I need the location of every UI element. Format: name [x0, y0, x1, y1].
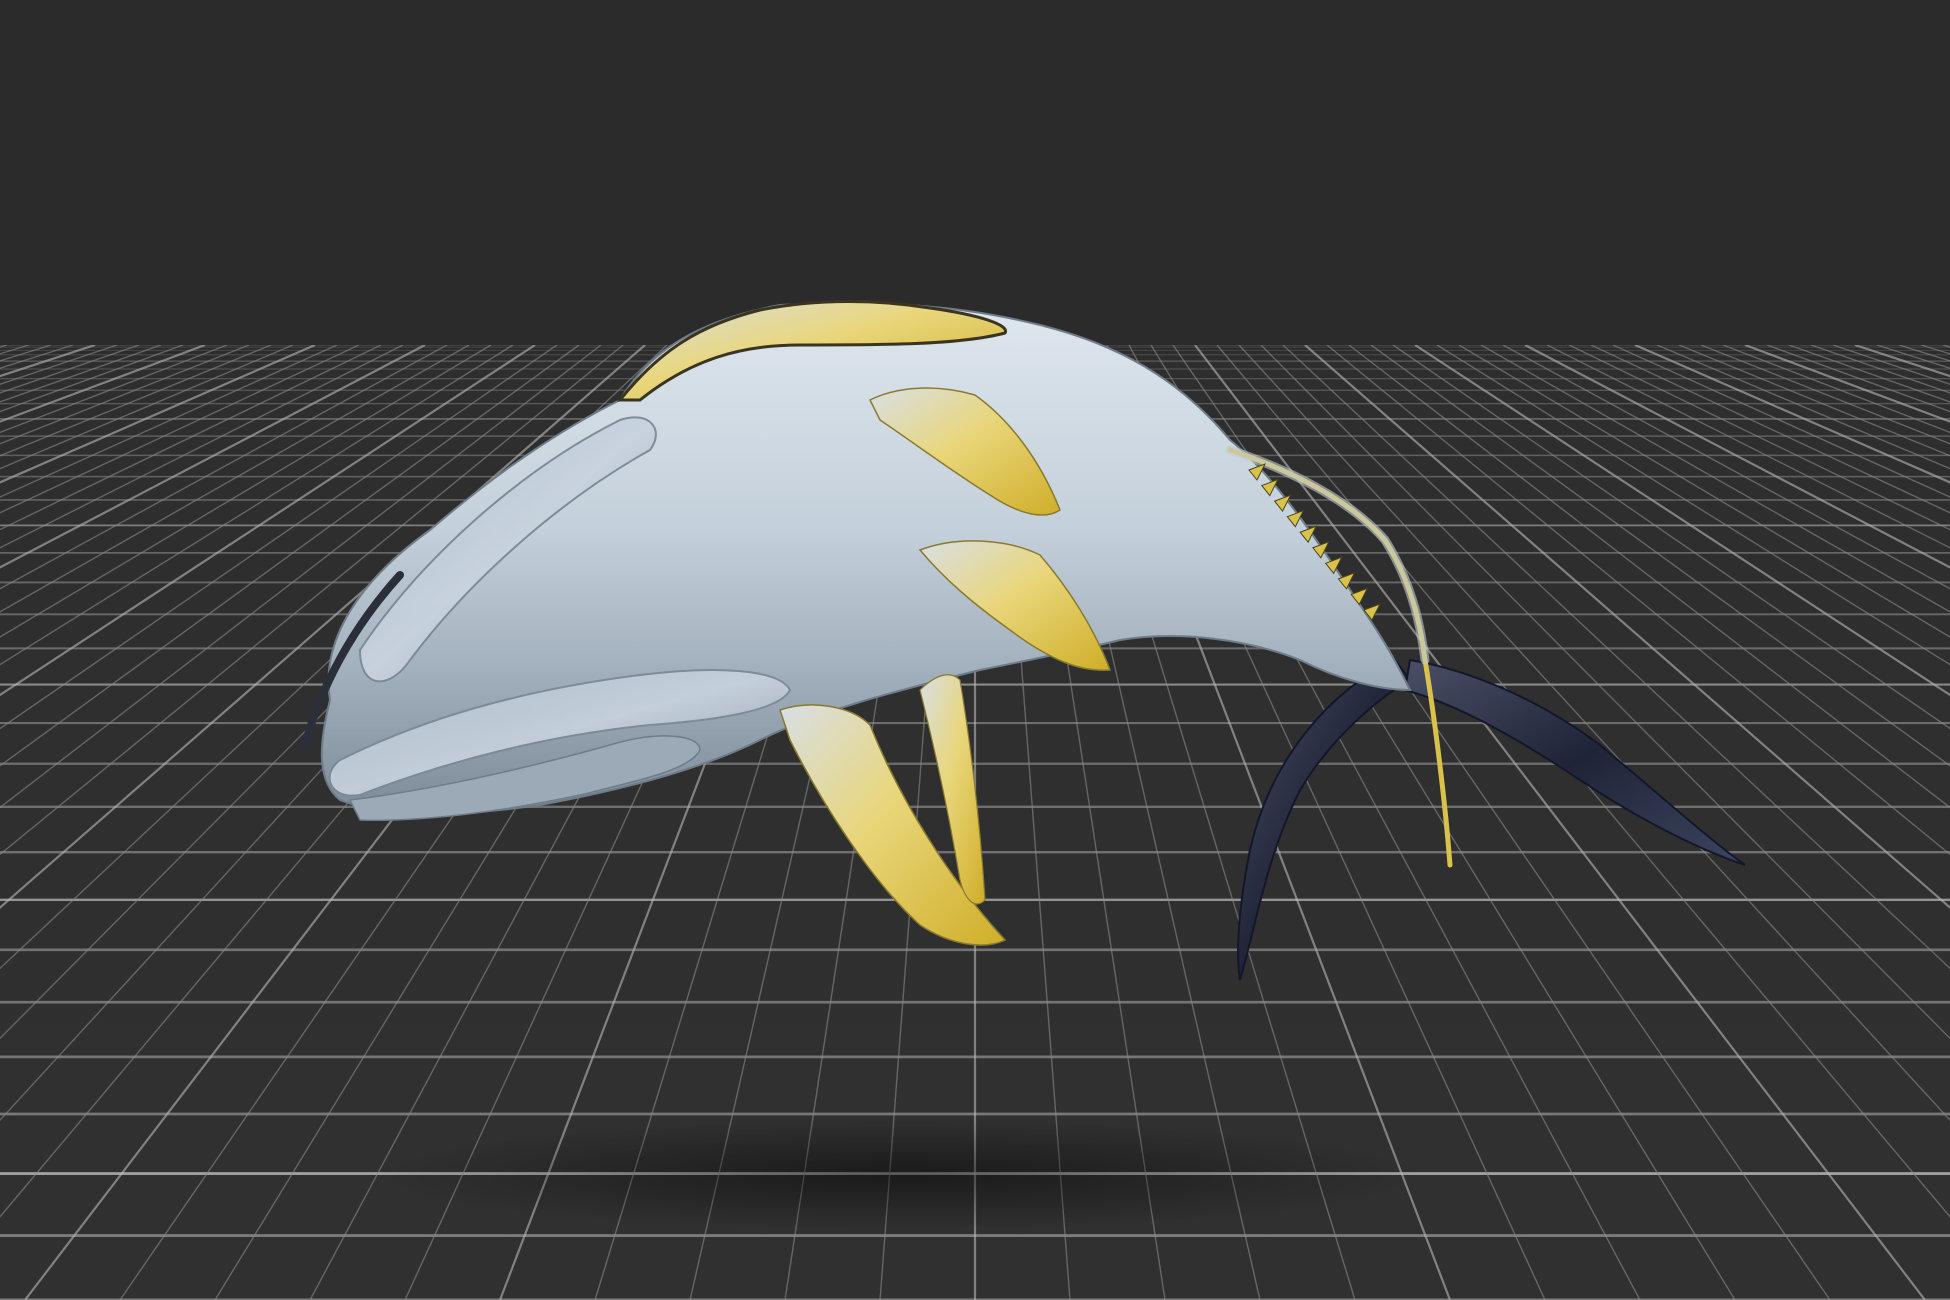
sky-band — [0, 0, 1950, 345]
grid-line-depth — [1436, 344, 1950, 666]
grid-line-depth — [0, 344, 8, 348]
grid-line-depth — [0, 343, 206, 423]
grid-line-depth — [1568, 344, 1950, 531]
grid-line-depth — [0, 344, 30, 355]
grid-line-depth — [0, 344, 74, 370]
grid-line-depth — [1546, 344, 1950, 549]
grid-line-depth — [0, 343, 316, 484]
grid-line-depth — [0, 344, 470, 613]
grid-line-depth — [0, 344, 404, 549]
grid-line-depth — [0, 344, 360, 514]
grid-line-depth — [0, 344, 382, 531]
grid-line-depth — [1942, 344, 1950, 348]
grid-line-depth — [0, 344, 426, 569]
grid-line-depth — [1876, 344, 1950, 370]
grid-line-depth — [1502, 344, 1950, 590]
grid-line-depth — [1458, 344, 1950, 638]
model-shadow — [380, 1120, 1420, 1230]
grid-line-depth — [1832, 344, 1950, 385]
grid-line-depth — [1480, 344, 1950, 613]
grid-line-depth — [0, 344, 52, 362]
grid-line-depth — [0, 343, 96, 378]
grid-line-depth — [1854, 343, 1950, 378]
grid-line-depth — [0, 344, 228, 434]
grid-line-depth — [1700, 344, 1950, 445]
grid-line-depth — [1524, 344, 1950, 569]
3d-viewport[interactable] — [0, 0, 1950, 1300]
grid-line-depth — [1920, 344, 1950, 355]
grid-line-depth — [0, 344, 448, 590]
grid-line-depth — [0, 344, 162, 403]
grid-line-depth — [1744, 343, 1950, 423]
grid-line-depth — [0, 344, 118, 385]
grid-line-depth — [1326, 344, 1950, 856]
tail-fluke-right — [1403, 658, 1746, 866]
viewport-canvas[interactable] — [0, 0, 1950, 1300]
grid-line-depth — [1590, 344, 1950, 514]
grid-line-depth — [1722, 344, 1950, 434]
grid-line-depth — [1898, 344, 1950, 362]
grid-line-depth — [1304, 344, 1950, 909]
grid-line-depth — [1788, 344, 1950, 403]
grid-line-depth — [0, 344, 250, 445]
